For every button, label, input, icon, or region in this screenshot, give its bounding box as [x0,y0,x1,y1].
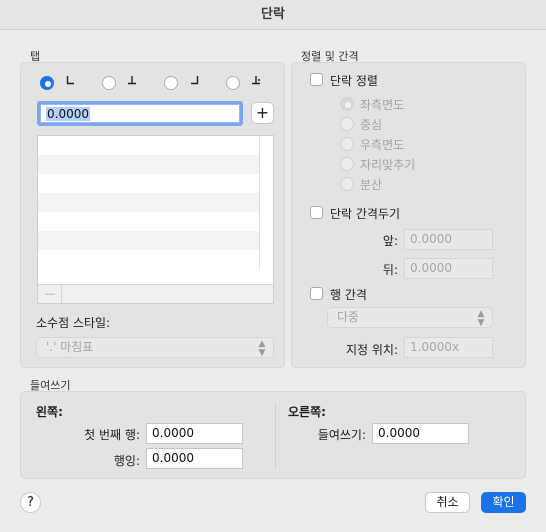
right-indent-input[interactable]: 0.0000 [372,423,469,444]
remove-tab-button[interactable]: — [40,285,60,303]
list-footer-separator [61,285,62,303]
hanging-input[interactable]: 0.0000 [146,448,243,469]
left-indent-heading: 왼쪽: [36,405,63,419]
add-tab-button[interactable]: + [251,102,274,124]
first-line-label: 첫 번째 행: [84,428,140,442]
hanging-label: 행잉: [113,454,140,468]
decimal-style-label: 소수점 스타일: [36,316,111,330]
cancel-button[interactable]: 취소 [425,492,470,513]
tab-stop-list[interactable]: — [37,135,274,304]
tab-type-right-radio[interactable] [164,76,178,90]
indent-divider [275,403,276,469]
right-indent-label: 들여쓰기: [317,428,366,442]
paragraph-align-checkbox[interactable] [310,73,323,86]
decimal-style-select[interactable]: '.' 마침표 ▲ ▼ [36,337,274,358]
right-indent-heading: 오른쪽: [288,405,326,419]
center-tab-icon [128,76,136,85]
space-after-input[interactable]: 0.0000 [404,258,493,279]
tab-stop-rows [38,136,259,269]
paragraph-spacing-label: 단락 간격두기 [330,207,401,221]
tab-type-center-radio[interactable] [102,76,116,90]
align-justify-radio[interactable] [340,157,354,171]
line-spacing-label: 행 간격 [330,288,367,302]
space-after-label: 뒤: [382,263,398,277]
line-spacing-at-input[interactable]: 1.0000x [404,337,493,358]
paragraph-spacing-checkbox[interactable] [310,206,323,219]
tab-type-left-radio[interactable] [40,76,54,90]
align-distribute-radio[interactable] [340,177,354,191]
align-center-radio[interactable] [340,117,354,131]
list-scroll-divider [259,136,260,269]
align-center-label: 중심 [360,118,383,132]
align-right-radio[interactable] [340,137,354,151]
space-before-input[interactable]: 0.0000 [404,229,493,250]
paragraph-align-label: 단락 정렬 [330,74,378,88]
align-left-radio[interactable] [340,97,354,111]
align-justify-label: 자리맞추기 [360,158,416,172]
line-spacing-mode-select[interactable]: 다중 ▲ ▼ [327,307,493,328]
line-spacing-checkbox[interactable] [310,287,323,300]
align-left-label: 좌측면도 [360,98,405,112]
chevron-updown-icon: ▲ ▼ [477,309,485,328]
window-title: 단락 [0,0,546,30]
list-footer [38,285,273,303]
line-spacing-mode-value: 다중 [337,310,360,324]
tab-position-input[interactable]: 0.0000 [40,104,240,123]
align-right-label: 우측면도 [360,138,405,152]
left-tab-icon [66,76,74,85]
tab-type-decimal-radio[interactable] [226,76,240,90]
right-tab-icon [191,76,199,85]
line-spacing-at-label: 지정 위치: [345,343,398,357]
help-button[interactable]: ? [20,492,41,513]
ok-button[interactable]: 확인 [481,492,526,513]
space-before-label: 앞: [382,234,398,248]
chevron-updown-icon: ▲ ▼ [258,339,266,358]
tab-position-value: 0.0000 [46,107,90,121]
decimal-tab-icon [252,76,260,85]
first-line-input[interactable]: 0.0000 [146,423,243,444]
decimal-style-value: '.' 마침표 [46,340,94,354]
align-distribute-label: 분산 [360,178,383,192]
